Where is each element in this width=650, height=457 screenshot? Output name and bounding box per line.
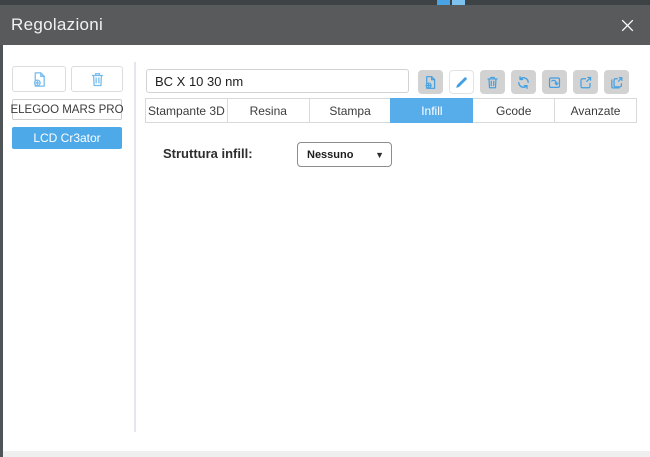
file-plus-icon [31,71,48,88]
trash-icon [89,71,106,88]
reset-profile-button[interactable] [511,70,536,94]
export-icon [578,75,593,90]
chevron-down-icon: ▼ [375,149,384,160]
printer-profile-label: ELEGOO MARS PRO [10,103,124,116]
tab-avanzate[interactable]: Avanzate [554,98,637,123]
tab-label: Gcode [496,103,532,118]
tab-label: Stampante 3D [148,103,225,118]
tab-infill[interactable]: Infill [390,98,474,123]
window-bottom-edge [3,451,650,457]
printer-profile-elegoo-mars-pro[interactable]: ELEGOO MARS PRO [10,99,124,120]
printer-profile-lcd-cr3ator[interactable]: LCD Cr3ator [12,127,122,149]
add-profile-button[interactable] [418,70,443,94]
settings-dialog: Regolazioni ELEGOO MARS PRO LCD Cr3ator … [0,0,650,457]
tab-label: Resina [249,103,287,118]
export-all-profiles-button[interactable] [604,70,629,94]
close-icon [619,17,636,34]
tab-stampante-3d[interactable]: Stampante 3D [145,98,228,123]
tab-stampa[interactable]: Stampa [308,98,392,123]
close-button[interactable] [612,11,642,39]
refresh-icon [516,75,531,90]
settings-tabs: Stampante 3D Resina Stampa Infill Gcode … [145,98,637,123]
profile-toolbar [418,70,629,94]
dialog-titlebar: Regolazioni [0,5,650,45]
infill-structure-dropdown[interactable]: Nessuno ▼ [297,142,392,167]
add-printer-button[interactable] [12,66,66,92]
dropdown-selected-value: Nessuno [307,148,354,161]
import-icon [547,75,562,90]
tab-gcode[interactable]: Gcode [472,98,556,123]
dialog-title: Regolazioni [11,15,104,34]
printer-profile-label: LCD Cr3ator [33,131,101,145]
profile-name-input[interactable] [146,69,409,93]
trash-icon [485,75,500,90]
window-left-edge [0,45,3,457]
infill-structure-label: Struttura infill: [163,146,253,161]
export-all-icon [609,75,624,90]
tab-resina[interactable]: Resina [226,98,310,123]
file-plus-icon [423,75,438,90]
delete-printer-button[interactable] [71,66,123,92]
sidebar-divider [134,62,136,432]
tab-label: Infill [421,103,443,118]
pencil-icon [454,75,469,90]
export-profile-button[interactable] [573,70,598,94]
rename-profile-button[interactable] [449,70,474,94]
delete-profile-button[interactable] [480,70,505,94]
tab-label: Stampa [329,103,371,118]
import-profile-button[interactable] [542,70,567,94]
tab-label: Avanzate [570,103,621,118]
